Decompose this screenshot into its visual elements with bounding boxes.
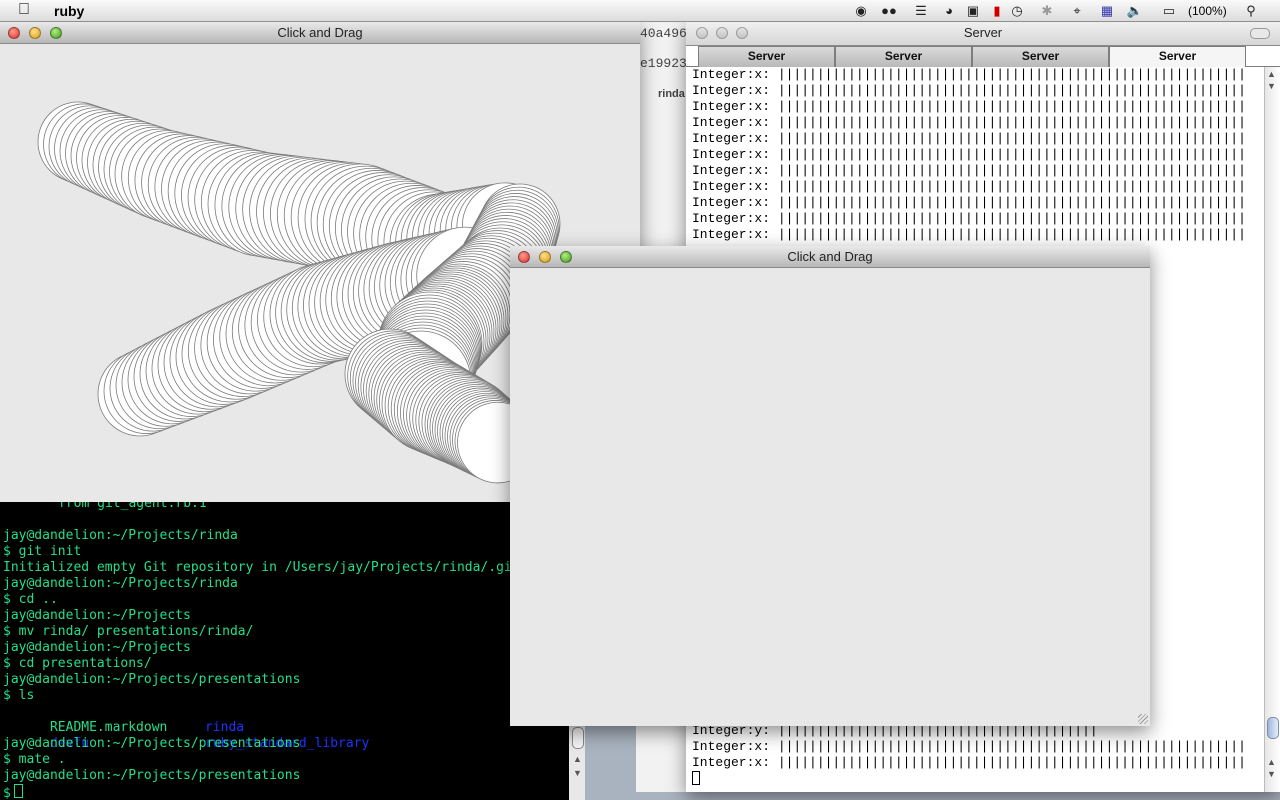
terminal-line: jay@dandelion:~/Projects [3, 640, 191, 655]
terminal-line: jay@dandelion:~/Projects/presentations [3, 768, 301, 783]
toolbar-toggle-button[interactable] [1250, 28, 1270, 39]
terminal-line: Initialized empty Git repository in /Use… [3, 560, 528, 575]
terminal-line: jay@dandelion:~/Projects [3, 608, 191, 623]
bluetooth-icon[interactable]: ✱ [1038, 3, 1056, 19]
scroll-down-arrow-icon[interactable]: ▼ [573, 768, 582, 778]
tab-server-3[interactable]: Server [972, 46, 1109, 67]
ls-directory: rinda [204, 720, 245, 735]
scroll-thumb[interactable] [572, 727, 584, 749]
background-text-1: 40a496 [640, 26, 687, 41]
drawing-canvas[interactable] [510, 268, 1150, 726]
ls-output-row: README.markdown rinda [3, 704, 527, 735]
terminal-cursor [13, 784, 23, 798]
terminal-line: $ cd .. [3, 592, 58, 607]
terminal-line: jay@dandelion:~/Projects/rinda [3, 528, 238, 543]
console-line: Integer:x: |||||||||||||||||||||||||||||… [692, 147, 1246, 162]
console-scrollbar[interactable]: ▲ ▼ ▲ ▼ [1264, 67, 1280, 792]
app-menu[interactable]: ruby [54, 3, 84, 19]
battery-icon[interactable]: ▭ [1160, 3, 1178, 19]
drag-window-titlebar[interactable]: Click and Drag [0, 22, 640, 44]
console-line: Integer:x: |||||||||||||||||||||||||||||… [692, 163, 1246, 178]
tab-server-1[interactable]: Server [698, 46, 835, 67]
menu-bar:  ruby ◉ ●● ☰ ◕ ▣ ▮ ◷ ✱ ⌖ ▦ 🔈 ▭ (100%) ⚲ [0, 0, 1280, 22]
background-text-3: rinda [658, 88, 685, 100]
click-and-drag-window-front: Click and Drag [510, 246, 1150, 726]
us-flag-icon[interactable]: ▦ [1098, 3, 1116, 19]
terminal-line: $ cd presentations/ [3, 656, 152, 671]
resize-grip-icon[interactable] [1138, 714, 1148, 724]
terminal-prompt-line: $ [3, 784, 527, 800]
wifi-icon[interactable]: ⌖ [1068, 3, 1086, 19]
terminal-line: $ git init [3, 544, 82, 559]
console-line: Integer:x: |||||||||||||||||||||||||||||… [692, 67, 1246, 82]
terminal-line: jay@dandelion:~/Projects/presentations [3, 672, 301, 687]
scroll-down-arrow-icon[interactable]: ▼ [1267, 769, 1276, 779]
monitor-icon[interactable]: ▣ [964, 3, 982, 19]
terminal-output: from git_agent.rb:1 jay@dandelion:~/Proj… [3, 502, 527, 800]
console-line: Integer:x: |||||||||||||||||||||||||||||… [692, 179, 1246, 194]
terminal-prompt: $ [3, 786, 11, 800]
drag-window-titlebar[interactable]: Click and Drag [510, 246, 1150, 268]
battery-percentage: (100%) [1188, 4, 1227, 18]
console-line: Integer:x: |||||||||||||||||||||||||||||… [692, 755, 1246, 770]
time-machine-icon[interactable]: ◷ [1008, 3, 1026, 19]
console-line: Integer:x: |||||||||||||||||||||||||||||… [692, 131, 1246, 146]
console-line: Integer:x: |||||||||||||||||||||||||||||… [692, 227, 1246, 242]
scroll-down-arrow-icon[interactable]: ▼ [1267, 81, 1276, 91]
spotlight-icon[interactable]: ⚲ [1242, 3, 1260, 19]
console-line: Integer:x: |||||||||||||||||||||||||||||… [692, 195, 1246, 210]
terminal-line: from git_agent.rb:1 [58, 502, 207, 511]
flag-icon[interactable]: ▮ [988, 3, 1006, 19]
console-line: Integer:x: |||||||||||||||||||||||||||||… [692, 83, 1246, 98]
terminal-line: jay@dandelion:~/Projects/presentations [3, 736, 301, 751]
console-line: Integer:x: |||||||||||||||||||||||||||||… [692, 739, 1246, 754]
terminal-line: $ mate . [3, 752, 66, 767]
scroll-up-arrow-icon[interactable]: ▲ [1267, 69, 1276, 79]
ls-file: README.markdown [49, 720, 168, 735]
terminal-line: $ mv rinda/ presentations/rinda/ [3, 624, 254, 639]
tab-bar: Server Server Server Server [686, 46, 1280, 67]
console-line: Integer:x: |||||||||||||||||||||||||||||… [692, 99, 1246, 114]
scroll-thumb[interactable] [1267, 717, 1279, 739]
tab-server-2[interactable]: Server [835, 46, 972, 67]
quicksilver-icon[interactable]: ◉ [852, 3, 870, 19]
server-titlebar[interactable]: Server [686, 22, 1280, 46]
console-cursor [692, 771, 700, 787]
volume-icon[interactable]: 🔈 [1126, 3, 1144, 19]
console-line: Integer:x: |||||||||||||||||||||||||||||… [692, 211, 1246, 226]
binoculars-icon[interactable]: ●● [880, 3, 898, 19]
terminal-line: $ ls [3, 688, 35, 703]
window-title: Click and Drag [277, 25, 363, 40]
scroll-up-arrow-icon[interactable]: ▲ [1267, 757, 1276, 767]
bars-icon[interactable]: ☰ [912, 3, 930, 19]
window-title: Click and Drag [787, 249, 873, 264]
pie-icon[interactable]: ◕ [940, 3, 958, 19]
terminal-line: jay@dandelion:~/Projects/rinda [3, 576, 238, 591]
apple-menu-icon[interactable]:  [18, 1, 30, 19]
console-line: Integer:x: |||||||||||||||||||||||||||||… [692, 115, 1246, 130]
terminal-window[interactable]: from git_agent.rb:1 jay@dandelion:~/Proj… [0, 502, 585, 800]
window-title: Server [963, 25, 1003, 40]
scroll-up-arrow-icon[interactable]: ▲ [573, 754, 582, 764]
tab-server-4[interactable]: Server [1109, 46, 1246, 67]
